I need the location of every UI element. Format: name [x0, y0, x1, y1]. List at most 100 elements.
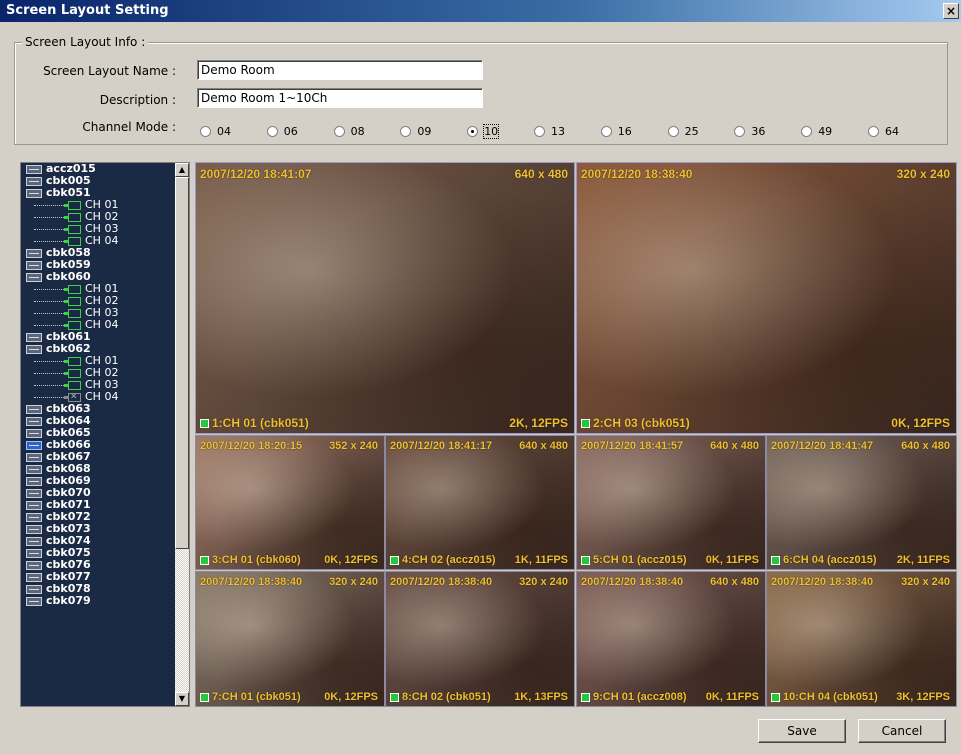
close-icon[interactable]: ×: [943, 3, 959, 19]
tile-channel-label: 4:CH 02 (accz015): [402, 554, 496, 566]
video-tile-10[interactable]: 2007/12/20 18:38:40 320 x 240 10:CH 04 (cb…: [766, 571, 957, 707]
tree-node-cbk064[interactable]: cbk064: [21, 415, 177, 427]
server-icon: [26, 548, 42, 558]
tree-connector: [34, 372, 64, 374]
tree-node-accz015[interactable]: accz015: [21, 163, 177, 175]
camera-icon: [64, 212, 81, 222]
layout-name-input[interactable]: Demo Room: [197, 60, 483, 80]
tree-node-cbk076[interactable]: cbk076: [21, 559, 177, 571]
tree-node-cbk063[interactable]: cbk063: [21, 403, 177, 415]
tree-node-cbk058[interactable]: cbk058: [21, 247, 177, 259]
channel-mode-label: Channel Mode :: [82, 120, 176, 134]
channel-mode-radio-16[interactable]: 16: [600, 123, 632, 139]
server-icon: [26, 188, 42, 198]
tree-node-cbk077[interactable]: cbk077: [21, 571, 177, 583]
tree-channel-cbk062-4[interactable]: CH 04: [21, 391, 177, 403]
channel-mode-radio-36[interactable]: 36: [734, 123, 765, 139]
tree-connector: [34, 204, 64, 206]
tree-node-label: cbk060: [46, 270, 91, 283]
tree-node-cbk061[interactable]: cbk061: [21, 331, 177, 343]
camera-icon: [64, 296, 81, 306]
tree-node-cbk066[interactable]: cbk066: [21, 439, 177, 451]
video-tile-7[interactable]: 2007/12/20 18:38:40 320 x 240 7:CH 01 (cbk…: [195, 571, 385, 707]
tree-node-cbk005[interactable]: cbk005: [21, 175, 177, 187]
channel-label: CH 04: [85, 318, 119, 331]
tree-connector: [34, 312, 64, 314]
tile-channel-label: 7:CH 01 (cbk051): [212, 691, 301, 703]
video-tile-8[interactable]: 2007/12/20 18:38:40 320 x 240 8:CH 02 (cbk…: [385, 571, 575, 707]
tree-node-cbk070[interactable]: cbk070: [21, 487, 177, 499]
tree-connector: [34, 288, 64, 290]
channel-mode-radio-09[interactable]: 09: [400, 123, 431, 139]
server-icon: [26, 440, 42, 450]
tile-channel-caption: 3:CH 01 (cbk060): [200, 554, 301, 566]
tree-node-cbk074[interactable]: cbk074: [21, 535, 177, 547]
tile-channel-label: 8:CH 02 (cbk051): [402, 691, 491, 703]
video-grid: 2007/12/20 18:41:07 640 x 480 1:CH 01 (cbk…: [195, 162, 957, 707]
channel-mode-radio-49[interactable]: 49: [801, 123, 832, 139]
tile-timestamp: 2007/12/20 18:38:40: [771, 576, 874, 588]
video-tile-3[interactable]: 2007/12/20 18:20:15 352 x 240 3:CH 01 (cbk…: [195, 435, 385, 570]
channel-label: CH 04: [85, 234, 119, 247]
tree-channel-cbk051-4[interactable]: CH 04: [21, 235, 177, 247]
tree-node-cbk069[interactable]: cbk069: [21, 475, 177, 487]
video-tile-9[interactable]: 2007/12/20 18:38:40 640 x 480 9:CH 01 (acc…: [576, 571, 766, 707]
server-icon: [26, 476, 42, 486]
cancel-button[interactable]: Cancel: [858, 719, 946, 743]
radio-dot-icon: [667, 125, 679, 137]
radio-dot-icon: [734, 125, 746, 137]
tree-connector: [34, 360, 64, 362]
tree-node-cbk079[interactable]: cbk079: [21, 595, 177, 607]
radio-dot-icon: [801, 125, 813, 137]
tile-resolution: 320 x 240: [329, 576, 378, 588]
video-tile-6[interactable]: 2007/12/20 18:41:47 640 x 480 6:CH 04 (acc…: [766, 435, 957, 570]
live-status-icon: [200, 692, 209, 702]
site-tree[interactable]: accz015 cbk005 cbk051 CH 01 CH 02 CH 03 CH 04 c…: [20, 162, 190, 707]
tree-node-cbk071[interactable]: cbk071: [21, 499, 177, 511]
save-button[interactable]: Save: [758, 719, 846, 743]
server-icon: [26, 488, 42, 498]
radio-dot-icon: [600, 125, 612, 137]
tree-node-cbk068[interactable]: cbk068: [21, 463, 177, 475]
tile-resolution: 320 x 240: [519, 576, 568, 588]
video-tile-4[interactable]: 2007/12/20 18:41:17 640 x 480 4:CH 02 (acc…: [385, 435, 575, 570]
tree-node-label: cbk062: [46, 342, 91, 355]
tile-channel-caption: 1:CH 01 (cbk051): [200, 416, 309, 430]
channel-mode-label-36: 36: [751, 124, 766, 138]
description-input[interactable]: Demo Room 1~10Ch: [197, 88, 483, 108]
tile-timestamp: 2007/12/20 18:38:40: [200, 576, 303, 588]
channel-mode-label-49: 49: [818, 124, 833, 138]
video-tile-2[interactable]: 2007/12/20 18:38:40 320 x 240 2:CH 03 (cbk…: [576, 162, 957, 434]
tree-node-cbk065[interactable]: cbk065: [21, 427, 177, 439]
scroll-thumb[interactable]: [175, 177, 189, 549]
tree-node-cbk072[interactable]: cbk072: [21, 511, 177, 523]
tree-node-cbk075[interactable]: cbk075: [21, 547, 177, 559]
tree-node-cbk067[interactable]: cbk067: [21, 451, 177, 463]
server-icon: [26, 536, 42, 546]
tree-node-cbk078[interactable]: cbk078: [21, 583, 177, 595]
group-label: Screen Layout Info :: [22, 35, 149, 49]
tree-channel-cbk060-4[interactable]: CH 04: [21, 319, 177, 331]
video-tile-5[interactable]: 2007/12/20 18:41:57 640 x 480 5:CH 01 (acc…: [576, 435, 766, 570]
tree-node-cbk059[interactable]: cbk059: [21, 259, 177, 271]
channel-mode-radio-04[interactable]: 04: [200, 123, 231, 139]
scroll-down-icon[interactable]: ▼: [175, 692, 189, 706]
channel-mode-radio-64[interactable]: 64: [868, 123, 899, 139]
window-title: Screen Layout Setting: [6, 3, 169, 18]
channel-mode-radio-25[interactable]: 25: [667, 123, 699, 139]
tile-timestamp: 2007/12/20 18:38:40: [390, 576, 493, 588]
server-icon: [26, 404, 42, 414]
server-icon: [26, 584, 42, 594]
channel-mode-radio-08[interactable]: 08: [333, 123, 365, 139]
tree-scrollbar[interactable]: ▲ ▼: [175, 163, 189, 706]
tile-stream-stats: 0K, 11FPS: [705, 691, 759, 703]
radio-dot-icon: [467, 125, 479, 137]
channel-mode-radio-06[interactable]: 06: [266, 123, 298, 139]
video-tile-1[interactable]: 2007/12/20 18:41:07 640 x 480 1:CH 01 (cbk…: [195, 162, 575, 434]
scroll-up-icon[interactable]: ▲: [175, 163, 189, 177]
tile-channel-caption: 5:CH 01 (accz015): [581, 554, 687, 566]
channel-mode-radio-13[interactable]: 13: [534, 123, 565, 139]
channel-mode-radio-10[interactable]: 10: [467, 123, 500, 139]
tile-timestamp: 2007/12/20 18:41:47: [771, 440, 874, 452]
tree-node-cbk073[interactable]: cbk073: [21, 523, 177, 535]
